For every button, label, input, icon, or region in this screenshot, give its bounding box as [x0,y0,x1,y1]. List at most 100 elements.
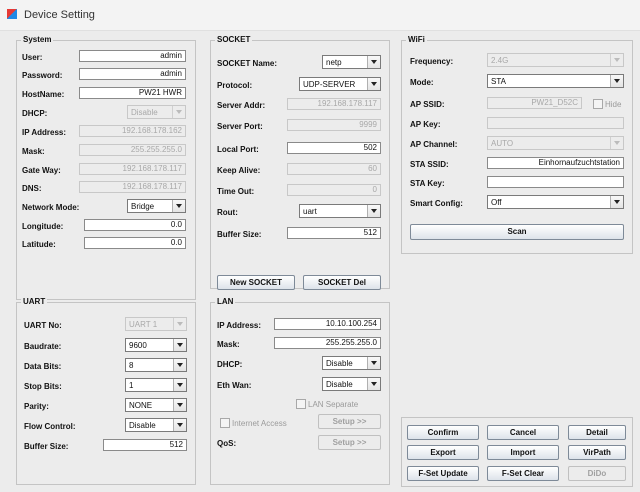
lan-ip-input[interactable]: 10.10.100.254 [274,318,381,330]
chevron-down-icon [173,359,186,371]
keep-alive-input[interactable]: 60 [287,163,381,175]
internet-access-label: Internet Access [232,419,287,428]
mode-select[interactable]: STA [487,74,624,88]
chevron-down-icon [610,54,623,66]
hide-label: Hide [605,100,622,109]
longitude-input[interactable]: 0.0 [84,219,186,231]
timeout-input[interactable]: 0 [287,184,381,196]
keep-alive-label: Keep Alive: [217,166,261,175]
hostname-input[interactable]: PW21 HWR [79,87,186,99]
flow-control-label: Flow Control: [24,422,76,431]
gateway-label: Gate Way: [22,166,61,175]
detail-button[interactable]: Detail [568,425,626,440]
ap-channel-value: AUTO [491,139,514,148]
sta-key-label: STA Key: [410,179,445,188]
server-addr-input[interactable]: 192.168.178.117 [287,98,381,110]
frequency-value: 2.4G [491,56,509,65]
user-input[interactable]: admin [79,50,186,62]
network-mode-label: Network Mode: [22,203,80,212]
parity-label: Parity: [24,402,49,411]
server-addr-label: Server Addr: [217,101,266,110]
server-port-input[interactable]: 9999 [287,119,381,131]
data-bits-value: 8 [129,361,134,370]
flow-control-select[interactable]: Disable [125,418,187,432]
latitude-input[interactable]: 0.0 [84,237,186,249]
ap-channel-select[interactable]: AUTO [487,136,624,150]
network-mode-value: Bridge [131,202,155,211]
frequency-label: Frequency: [410,57,454,66]
hide-checkbox[interactable] [593,99,603,109]
dns-input[interactable]: 192.168.178.117 [79,181,186,193]
socket-name-value: netp [326,58,342,67]
lan-separate-checkbox[interactable] [296,399,306,409]
hostname-label: HostName: [22,90,65,99]
chevron-down-icon [173,379,186,391]
protocol-select[interactable]: UDP-SERVER [299,77,381,91]
chevron-down-icon [367,56,380,68]
qos-label: QoS: [217,439,237,448]
baudrate-select[interactable]: 9600 [125,338,187,352]
socket-buffer-label: Buffer Size: [217,230,262,239]
local-port-label: Local Port: [217,145,259,154]
password-input[interactable]: admin [79,68,186,80]
ap-key-label: AP Key: [410,120,441,129]
lan-dhcp-select[interactable]: Disable [322,356,381,370]
fset-clear-button[interactable]: F-Set Clear [487,466,559,481]
smart-config-label: Smart Config: [410,199,463,208]
fset-update-button[interactable]: F-Set Update [407,466,479,481]
uart-no-label: UART No: [24,321,62,330]
dialog-body: System User: admin Password: admin HostN… [0,31,640,492]
parity-select[interactable]: NONE [125,398,187,412]
import-button[interactable]: Import [487,445,559,460]
socket-del-button[interactable]: SOCKET Del [303,275,381,290]
export-button[interactable]: Export [407,445,479,460]
baudrate-value: 9600 [129,341,147,350]
mask-input[interactable]: 255.255.255.0 [79,144,186,156]
ap-key-input[interactable] [487,117,624,129]
uart-no-select[interactable]: UART 1 [125,317,187,331]
system-group-label: System [21,35,54,44]
socket-name-select[interactable]: netp [322,55,381,69]
lan-group-label: LAN [215,297,236,306]
ap-ssid-input[interactable]: PW21_D52C [487,97,582,109]
stop-bits-select[interactable]: 1 [125,378,187,392]
lan-ip-label: IP Address: [217,321,262,330]
dido-button[interactable]: DiDo [568,466,626,481]
lan-dhcp-label: DHCP: [217,360,243,369]
virpath-button[interactable]: VirPath [568,445,626,460]
qos-setup-button[interactable]: Setup >> [318,435,381,450]
chevron-down-icon [367,205,380,217]
confirm-button[interactable]: Confirm [407,425,479,440]
system-group: System User: admin Password: admin HostN… [16,35,196,300]
uart-buffer-input[interactable]: 512 [103,439,187,451]
eth-wan-select[interactable]: Disable [322,377,381,391]
chevron-down-icon [610,196,623,208]
baudrate-label: Baudrate: [24,342,62,351]
ip-input[interactable]: 192.168.178.162 [79,125,186,137]
network-mode-select[interactable]: Bridge [127,199,186,213]
local-port-input[interactable]: 502 [287,142,381,154]
sta-ssid-label: STA SSID: [410,160,449,169]
socket-buffer-input[interactable]: 512 [287,227,381,239]
cancel-button[interactable]: Cancel [487,425,559,440]
frequency-select[interactable]: 2.4G [487,53,624,67]
uart-group: UART UART No: UART 1 Baudrate: 9600 Data… [16,297,196,485]
wifi-group: WiFi Frequency: 2.4G Mode: STA AP SSID: … [401,35,633,254]
lan-mask-input[interactable]: 255.255.255.0 [274,337,381,349]
smart-config-select[interactable]: Off [487,195,624,209]
internet-access-checkbox[interactable] [220,418,230,428]
rout-select[interactable]: uart [299,204,381,218]
sta-key-input[interactable] [487,176,624,188]
new-socket-button[interactable]: New SOCKET [217,275,295,290]
eth-wan-value: Disable [326,380,353,389]
sta-ssid-input[interactable]: Einhornaufzuchtstation [487,157,624,169]
ap-channel-label: AP Channel: [410,140,458,149]
gateway-input[interactable]: 192.168.178.117 [79,163,186,175]
scan-button[interactable]: Scan [410,224,624,240]
internet-access-setup-button[interactable]: Setup >> [318,414,381,429]
dhcp-select[interactable]: Disable [127,105,186,119]
dns-label: DNS: [22,184,42,193]
mask-label: Mask: [22,147,45,156]
lan-group: LAN IP Address: 10.10.100.254 Mask: 255.… [210,297,390,485]
data-bits-select[interactable]: 8 [125,358,187,372]
